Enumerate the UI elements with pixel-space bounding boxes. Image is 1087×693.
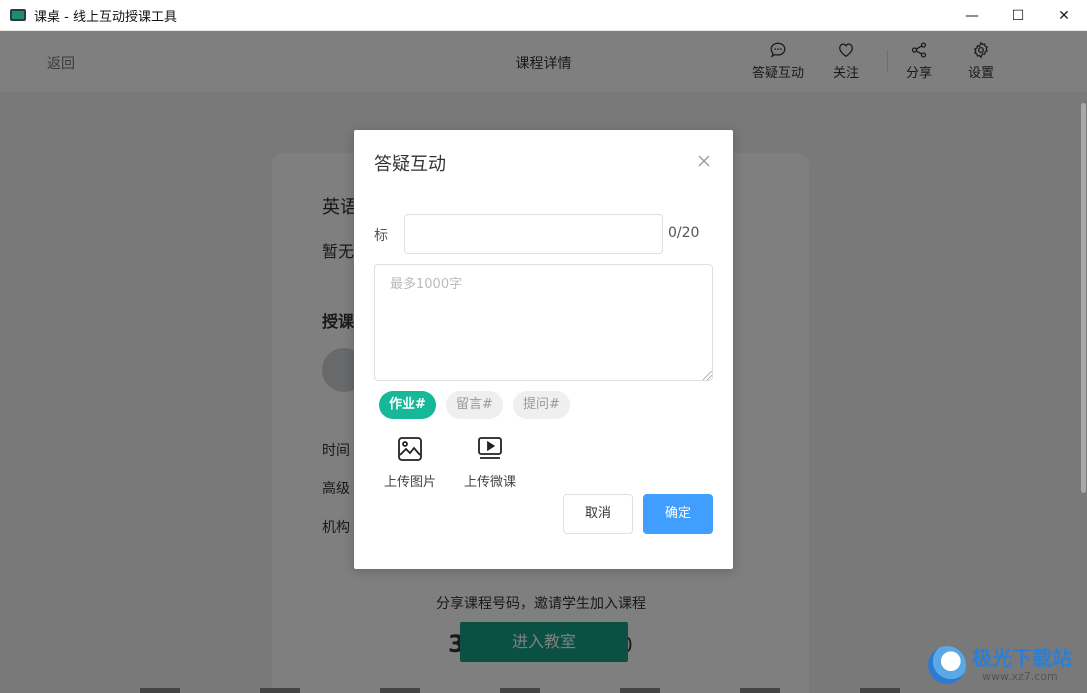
watermark-text: 极光下载站 bbox=[972, 646, 1072, 670]
minimize-icon: — bbox=[965, 7, 979, 24]
watermark-url: www.xz7.com bbox=[982, 670, 1058, 683]
title-input[interactable] bbox=[404, 214, 663, 254]
image-icon bbox=[398, 437, 422, 461]
title-char-counter: 0/20 bbox=[668, 225, 700, 241]
textarea-resize-handle[interactable] bbox=[703, 371, 712, 380]
window-titlebar: 课桌 - 线上互动授课工具 — ☐ ✕ bbox=[0, 0, 1087, 31]
maximize-button[interactable]: ☐ bbox=[995, 0, 1041, 31]
video-icon bbox=[478, 437, 502, 459]
dialog-close-button[interactable] bbox=[698, 152, 710, 171]
tag-message[interactable]: 留言# bbox=[446, 391, 503, 419]
confirm-button[interactable]: 确定 bbox=[643, 494, 713, 534]
scrollbar-thumb[interactable] bbox=[1081, 103, 1086, 493]
window-title: 课桌 - 线上互动授课工具 bbox=[34, 9, 177, 25]
minimize-button[interactable]: — bbox=[949, 0, 995, 31]
watermark-logo-icon bbox=[928, 646, 966, 684]
close-icon: ✕ bbox=[1058, 7, 1070, 24]
cancel-button[interactable]: 取消 bbox=[563, 494, 633, 534]
upload-image-button[interactable]: 上传图片 bbox=[384, 436, 436, 490]
upload-image-label: 上传图片 bbox=[384, 475, 437, 490]
title-field-label: 标 bbox=[374, 228, 388, 244]
site-watermark: 极光下载站 www.xz7.com bbox=[928, 638, 1078, 688]
tag-homework[interactable]: 作业# bbox=[379, 391, 436, 419]
maximize-icon: ☐ bbox=[1011, 7, 1025, 24]
app-logo-icon bbox=[10, 9, 26, 21]
dialog-title: 答疑互动 bbox=[374, 154, 446, 175]
qa-dialog: 答疑互动 标 0/20 作业# 留言# 提问# 上传图片 上传微课 取消 确定 bbox=[354, 130, 733, 569]
window-controls: — ☐ ✕ bbox=[949, 0, 1087, 31]
close-icon bbox=[698, 155, 710, 167]
content-textarea[interactable] bbox=[374, 264, 713, 381]
upload-microlesson-button[interactable]: 上传微课 bbox=[464, 436, 516, 490]
tag-question[interactable]: 提问# bbox=[513, 391, 570, 419]
page-scrollbar[interactable] bbox=[1079, 93, 1087, 693]
close-window-button[interactable]: ✕ bbox=[1041, 0, 1087, 31]
upload-microlesson-label: 上传微课 bbox=[464, 475, 517, 490]
